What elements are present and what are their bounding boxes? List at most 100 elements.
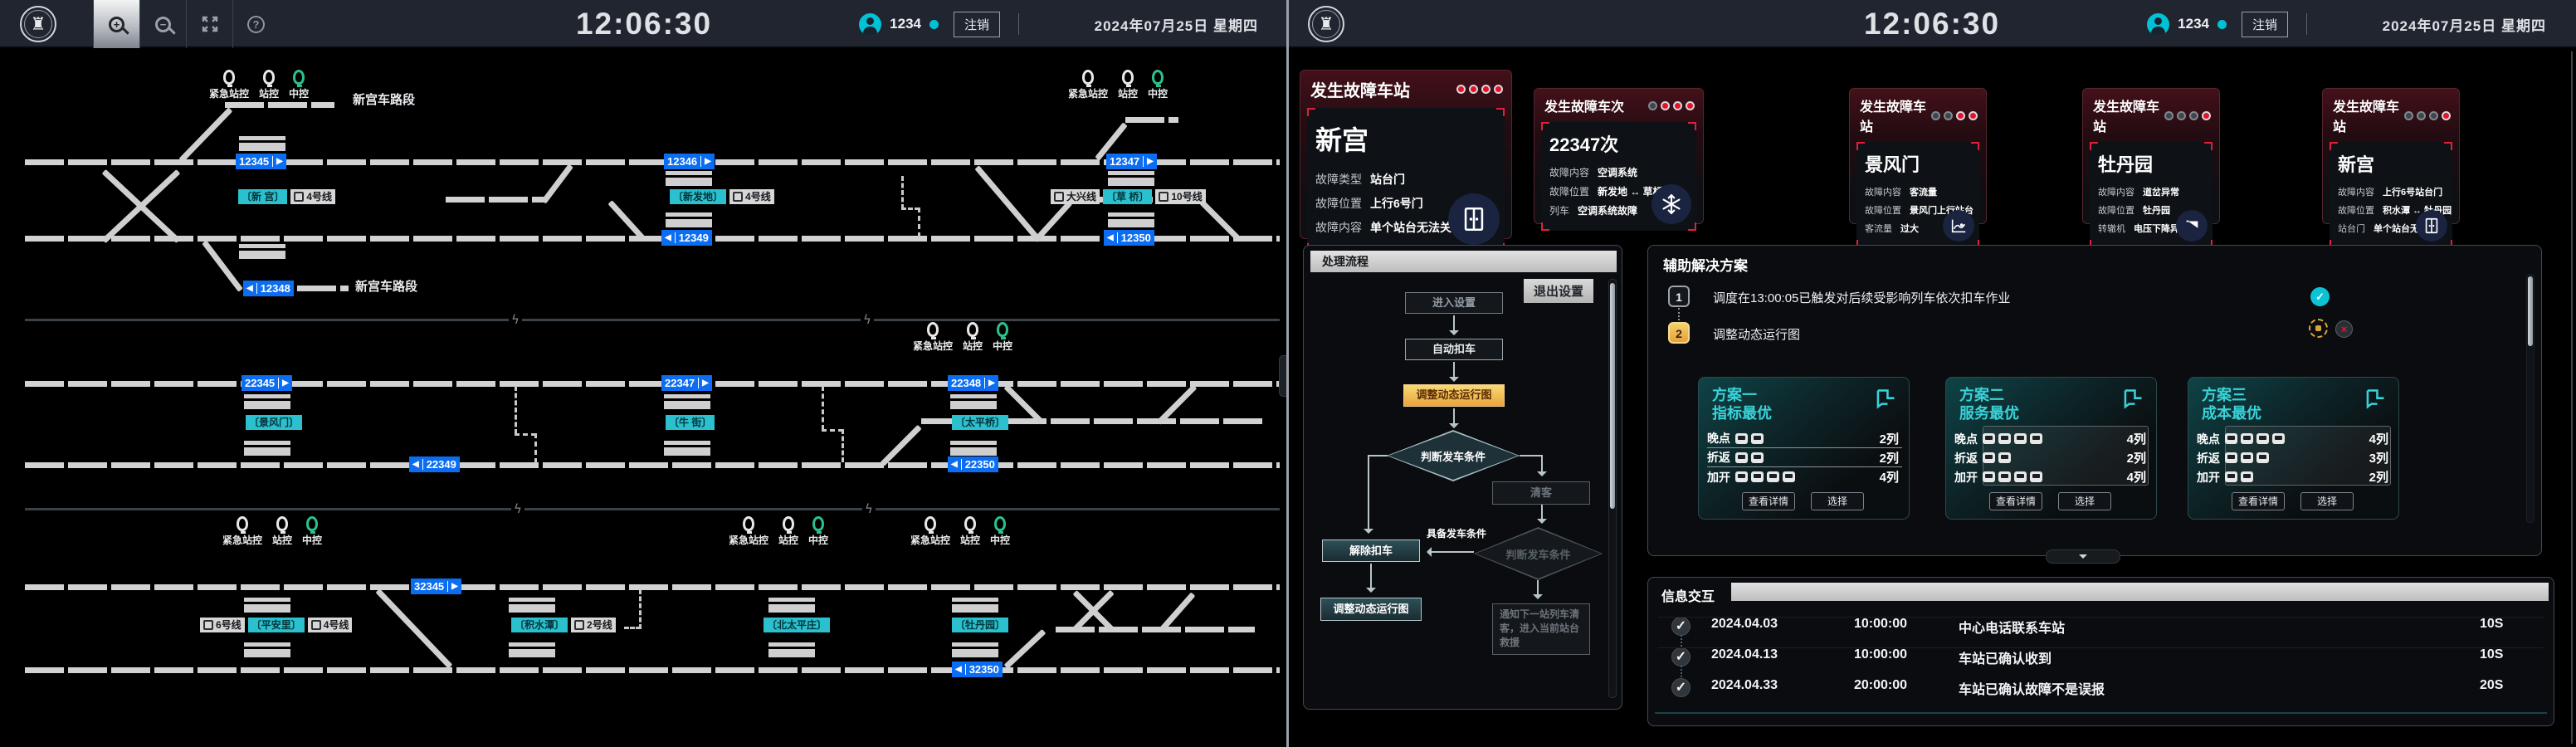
platform <box>952 598 998 613</box>
line-number-tag[interactable]: 10号线 <box>1155 189 1206 204</box>
panel-title: 辅助解决方案 <box>1663 258 1748 274</box>
info-exchange-panel: 信息交互 ✓ 2024.04.03 10:00:00 中心电话联系车站 10S … <box>1647 577 2554 726</box>
station-control-screen: ♜ + − ? 12:06:30 1234 注销 2024年07月25日 星期四… <box>0 0 1288 747</box>
alarm-dot-on <box>1969 110 1978 120</box>
line-number-tag[interactable]: 4号线 <box>307 618 353 632</box>
train-22350[interactable]: ◀ 22350 <box>948 456 998 472</box>
train-12347[interactable]: 12347 ▶ <box>1106 154 1157 169</box>
station-label[interactable]: 〔北太平庄〕 <box>764 618 831 632</box>
fault-card-4[interactable]: 发生故障车站 牡丹园 故障内容 道岔异常 故障位置 牡丹园 转辙机 电压下降异常 <box>2082 88 2220 248</box>
logout-button[interactable]: 注销 <box>2241 11 2288 37</box>
train-32350[interactable]: ◀ 32350 <box>952 662 1003 677</box>
line-number-tag[interactable]: 4号线 <box>290 189 336 204</box>
train-12350[interactable]: ◀ 12350 <box>1104 230 1154 246</box>
plan-card-2: 方案二 服务最优 晚点 4列 折返 2列 加开 4列 查看详情 选择 <box>1945 377 2157 520</box>
info-log-row: ✓ 2024.04.03 10:00:00 中心电话联系车站 10S <box>1648 611 2554 647</box>
fault-card-3[interactable]: 发生故障车站 景风门 故障内容 客流量 故障位置 景风门上行站台 客流量 过大 <box>1849 88 1987 248</box>
fault-card-5[interactable]: 发生故障车站 新宫 故障内容 上行6号站台门 故障位置 积水潭 ↔ 牡丹园 站台门 单个站台… <box>2322 88 2460 248</box>
view-details-button[interactable]: 查看详情 <box>1742 492 1795 510</box>
panel-title: 信息交互 <box>1661 590 1715 604</box>
line-number-tag[interactable]: 2号线 <box>571 618 616 632</box>
track-crossover <box>974 165 1042 242</box>
train-unit-icon <box>1767 471 1779 482</box>
platform <box>1108 171 1154 186</box>
station-name-tag[interactable]: 〔牛 街〕 <box>666 415 715 430</box>
train-unit-icon <box>1983 433 1995 444</box>
plan-metrics: 晚点 2列 折返 2列 加开 4列 <box>1707 429 1902 486</box>
train-22347[interactable]: 22347 ▶ <box>661 375 712 391</box>
platform <box>952 642 998 657</box>
fault-location-name: 景风门 <box>1865 154 1920 175</box>
train-unit-icon <box>1983 471 1995 482</box>
view-details-button[interactable]: 查看详情 <box>1989 492 2042 510</box>
fault-location-name: 新宫 <box>1315 125 1369 155</box>
station-label[interactable]: 〔积水潭〕 2号线 <box>511 618 616 632</box>
fault-card-1[interactable]: 发生故障车站 新宫 故障类型 站台门 故障位置 上行6号门 故障内容 单个站台无法关闭 <box>1300 70 1512 251</box>
lamp-label: 站控 <box>778 535 799 546</box>
station-label[interactable]: 〔新发地〕 4号线 <box>670 189 774 204</box>
station-name-tag[interactable]: 〔新发地〕 <box>670 189 727 204</box>
station-name-tag[interactable]: 〔平安里〕 <box>247 618 305 632</box>
station-label[interactable]: 〔太平桥〕 <box>952 415 1009 430</box>
line-number-tag[interactable]: 6号线 <box>200 618 245 632</box>
solutions-scrollbar[interactable] <box>2526 274 2535 523</box>
alarm-dot-off <box>1931 110 1940 120</box>
select-plan-button[interactable]: 选择 <box>1811 492 1864 510</box>
logout-button[interactable]: 注销 <box>953 11 1000 37</box>
line-number-tag[interactable]: 4号线 <box>729 189 774 204</box>
train-12348[interactable]: ◀ 12348 <box>243 281 294 296</box>
train-12349[interactable]: ◀ 12349 <box>661 230 712 246</box>
station-label[interactable]: 6号线 〔平安里〕 4号线 <box>200 618 353 632</box>
assist-canvas: 发生故障车站 新宫 故障类型 站台门 故障位置 上行6号门 故障内容 单个站台无法关闭 发生… <box>1288 48 2576 747</box>
track-segment <box>297 286 349 291</box>
collapse-panel-tab[interactable] <box>2046 549 2120 564</box>
mode-lamp-icon <box>1082 70 1094 87</box>
station-label[interactable]: 大兴线 〔草 桥〕 10号线 <box>1051 189 1206 204</box>
flow-scrollbar[interactable] <box>1608 279 1617 698</box>
route-dashed-line <box>822 386 824 430</box>
fault-card-title: 发生故障车站 <box>2333 100 2400 134</box>
line-number-tag[interactable]: 大兴线 <box>1051 189 1100 204</box>
track-segment <box>1125 117 1178 123</box>
passenger-flow-icon <box>1943 210 1974 242</box>
date-label: 2024年07月25日 星期四 <box>2382 18 2546 34</box>
mode-lamp-icon <box>964 516 977 534</box>
log-duration: 10S <box>2480 617 2504 631</box>
station-label[interactable]: 〔牛 街〕 <box>666 415 715 430</box>
fault-card-title: 发生故障车站 <box>1310 82 1410 100</box>
power-break-icon: ϟ <box>509 312 522 327</box>
train-12346[interactable]: 12346 ▶ <box>664 154 715 169</box>
platform <box>666 212 712 227</box>
select-plan-button[interactable]: 选择 <box>2058 492 2111 510</box>
train-unit-icon <box>2241 452 2253 463</box>
train-unit-icon <box>2014 433 2027 444</box>
train-22345[interactable]: 22345 ▶ <box>242 375 292 391</box>
train-12345[interactable]: 12345 ▶ <box>236 154 286 169</box>
station-name-tag[interactable]: 〔新 宫〕 <box>238 189 288 204</box>
view-details-button[interactable]: 查看详情 <box>2232 492 2285 510</box>
fault-card-2[interactable]: 发生故障车次 22347次 故障内容 空调系统 故障位置 新发地 ↔ 草桥 列车 空调系统故… <box>1534 88 1704 231</box>
station-label[interactable]: 〔景风门〕 <box>246 415 303 430</box>
station-label[interactable]: 〔新 宫〕 4号线 <box>238 189 336 204</box>
power-break-icon: ϟ <box>862 501 876 516</box>
station-name-tag[interactable]: 〔太平桥〕 <box>952 415 1009 430</box>
station-name-tag[interactable]: 〔北太平庄〕 <box>764 618 831 632</box>
control-mode-lamps: 紧急站控 站控 中控 <box>910 516 1010 545</box>
station-label[interactable]: 〔牡丹园〕 <box>952 618 1009 632</box>
depot-section-label: 新宫车路段 <box>353 93 416 107</box>
mode-lamp-icon <box>925 516 936 534</box>
station-name-tag[interactable]: 〔景风门〕 <box>246 415 303 430</box>
train-22348[interactable]: 22348 ▶ <box>948 375 998 391</box>
exit-settings-button[interactable]: 退出设置 <box>1523 279 1593 303</box>
station-name-tag[interactable]: 〔草 桥〕 <box>1103 189 1153 204</box>
train-22349[interactable]: ◀ 22349 <box>409 456 460 472</box>
select-plan-button[interactable]: 选择 <box>2300 492 2354 510</box>
fault-card-body: 新宫 故障类型 站台门 故障位置 上行6号门 故障内容 单个站台无法关闭 <box>1307 108 1505 251</box>
alarm-dot-off <box>2404 110 2413 120</box>
station-name-tag[interactable]: 〔牡丹园〕 <box>952 618 1009 632</box>
step-cancel-icon[interactable]: × <box>2335 320 2353 338</box>
train-32345[interactable]: 32345 ▶ <box>411 579 461 594</box>
station-name-tag[interactable]: 〔积水潭〕 <box>511 618 568 632</box>
plan-title: 方案二 <box>1959 387 2004 403</box>
alarm-dot-off <box>2189 110 2198 120</box>
